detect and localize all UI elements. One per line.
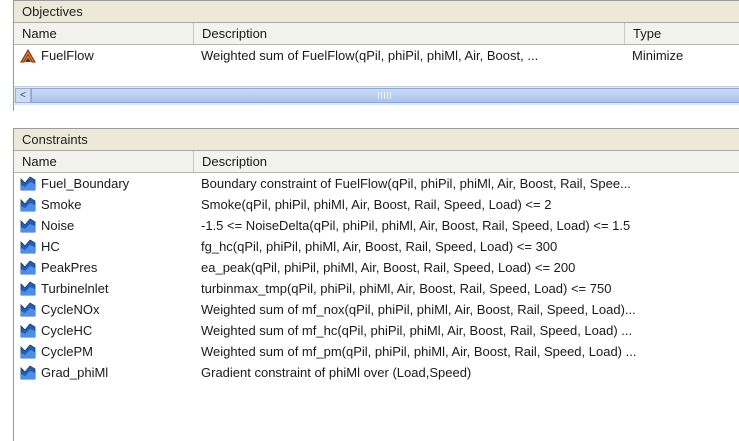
objectives-header: Name Description Type (14, 23, 739, 45)
constraint-description: turbinmax_tmp(qPil, phiPil, phiMl, Air, … (201, 281, 612, 296)
objectives-title: Objectives (14, 1, 739, 23)
constraint-icon (20, 218, 36, 233)
objectives-panel: Objectives Name Description Type FuelFlo… (13, 0, 739, 111)
horizontal-scrollbar[interactable]: < (14, 86, 739, 105)
table-row[interactable]: Grad_phiMl Gradient constraint of phiMl o… (14, 362, 739, 383)
constraint-description: Weighted sum of mf_hc(qPil, phiPil, phiM… (201, 323, 633, 338)
constraint-icon (20, 365, 36, 380)
constraint-description: Gradient constraint of phiMl over (Load,… (201, 365, 472, 380)
constraint-name: Grad_phiMl (41, 365, 109, 380)
constraint-icon (20, 176, 36, 191)
table-row[interactable]: FuelFlow Weighted sum of FuelFlow(qPil, … (14, 45, 739, 66)
objective-icon (20, 48, 36, 63)
column-header-description[interactable]: Description (193, 151, 739, 172)
constraint-description: Weighted sum of mf_pm(qPil, phiPil, phiM… (201, 344, 637, 359)
constraint-name: HC (41, 239, 60, 254)
constraint-name: CyclePM (41, 344, 94, 359)
constraint-icon (20, 344, 36, 359)
constraint-name: Turbinelnlet (41, 281, 109, 296)
constraint-description: -1.5 <= NoiseDelta(qPil, phiPil, phiMl, … (201, 218, 631, 233)
column-header-type[interactable]: Type (624, 23, 739, 44)
constraint-name: PeakPres (41, 260, 98, 275)
constraint-description: Boundary constraint of FuelFlow(qPil, ph… (201, 176, 631, 191)
constraint-name: Fuel_Boundary (41, 176, 130, 191)
column-header-name[interactable]: Name (14, 23, 193, 44)
constraint-description: ea_peak(qPil, phiPil, phiMl, Air, Boost,… (201, 260, 576, 275)
constraint-name: CycleNOx (41, 302, 100, 317)
objective-description: Weighted sum of FuelFlow(qPil, phiPil, p… (201, 48, 539, 63)
constraint-name: CycleHC (41, 323, 93, 338)
constraint-name: Noise (41, 218, 75, 233)
objective-name: FuelFlow (41, 48, 94, 63)
constraint-description: Weighted sum of mf_nox(qPil, phiPil, phi… (201, 302, 636, 317)
constraint-description: Smoke(qPil, phiPil, phiMl, Air, Boost, R… (201, 197, 552, 212)
constraint-icon (20, 323, 36, 338)
constraint-icon (20, 197, 36, 212)
constraint-icon (20, 239, 36, 254)
objective-type: Minimize (632, 48, 684, 63)
column-header-name[interactable]: Name (14, 151, 193, 172)
table-row[interactable]: HC fg_hc(qPil, phiPil, phiMl, Air, Boost,… (14, 236, 739, 257)
scroll-left-arrow[interactable]: < (15, 88, 31, 103)
constraints-title: Constraints (14, 129, 739, 151)
scrollbar-grip-icon (378, 92, 392, 99)
constraints-panel: Constraints Name Description Fuel_Bounda… (13, 128, 739, 441)
constraints-list: Fuel_Boundary Boundary constraint of Fuel… (14, 173, 739, 383)
table-row[interactable]: CyclePM Weighted sum of mf_pm(qPil, phiPi… (14, 341, 739, 362)
constraint-icon (20, 281, 36, 296)
constraint-name: Smoke (41, 197, 82, 212)
table-row[interactable]: CycleHC Weighted sum of mf_hc(qPil, phiPi… (14, 320, 739, 341)
constraint-icon (20, 302, 36, 317)
table-row[interactable]: PeakPres ea_peak(qPil, phiPil, phiMl, Air… (14, 257, 739, 278)
constraint-description: fg_hc(qPil, phiPil, phiMl, Air, Boost, R… (201, 239, 558, 254)
column-header-description[interactable]: Description (193, 23, 624, 44)
table-row[interactable]: CycleNOx Weighted sum of mf_nox(qPil, phi… (14, 299, 739, 320)
scrollbar-thumb[interactable] (31, 88, 739, 103)
constraint-icon (20, 260, 36, 275)
table-row[interactable]: Noise -1.5 <= NoiseDelta(qPil, phiPil, ph… (14, 215, 739, 236)
table-row[interactable]: Smoke Smoke(qPil, phiPil, phiMl, Air, Boo… (14, 194, 739, 215)
constraints-header: Name Description (14, 151, 739, 173)
table-row[interactable]: Fuel_Boundary Boundary constraint of Fuel… (14, 173, 739, 194)
table-row[interactable]: Turbinelnlet turbinmax_tmp(qPil, phiPil, … (14, 278, 739, 299)
